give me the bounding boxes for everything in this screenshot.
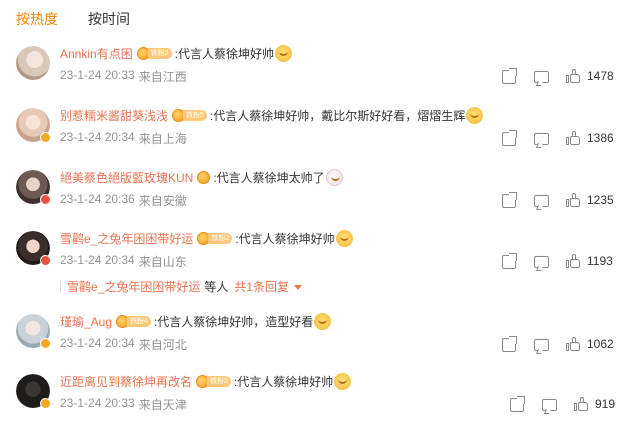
comment-username[interactable]: 别惹糯米酱甜葵浅浅 <box>60 107 168 124</box>
verified-badge-icon <box>40 338 51 349</box>
reply-username[interactable]: 雪鹳e_之兔年困困带好运 <box>67 278 200 295</box>
comment-text: :代言人蔡徐坤好帅，戴比尔斯好好看，熠熠生辉 <box>209 108 466 123</box>
comment-location: 来自山东 <box>138 255 187 269</box>
share-icon[interactable] <box>502 68 517 84</box>
comment-date: 23-1-24 20:36 <box>60 192 135 206</box>
comment-date: 23-1-24 20:33 <box>60 68 135 82</box>
like-button[interactable]: 1193 <box>566 252 613 270</box>
comment-location: 来自河北 <box>138 338 187 352</box>
like-button[interactable]: 1386 <box>566 129 614 147</box>
comment-date: 23-1-24 20:34 <box>60 130 135 144</box>
verified-badge-icon <box>40 132 51 143</box>
comment-icon[interactable] <box>534 66 549 83</box>
reply-summary: 雪鹳e_之兔年困困带好运 等人 共1条回复 <box>60 277 303 295</box>
like-count: 1193 <box>587 254 613 268</box>
comment-location: 来自上海 <box>138 132 187 146</box>
laugh-emoji-icon <box>334 372 352 390</box>
like-count: 1478 <box>587 69 614 83</box>
laugh-emoji-icon <box>335 229 353 247</box>
comment-location: 来自安徽 <box>138 194 187 208</box>
share-icon[interactable] <box>502 336 517 352</box>
avatar[interactable] <box>16 46 50 80</box>
comment-icon[interactable] <box>534 251 549 268</box>
chevron-down-icon[interactable] <box>294 284 303 290</box>
comment-icon[interactable] <box>542 394 557 411</box>
sort-tabs: 按热度 按时间 <box>16 9 130 29</box>
comment-icon[interactable] <box>534 334 549 351</box>
comment-username[interactable]: 絕美蔡色絕版藍玫瑰KUN <box>60 169 193 186</box>
thumbs-up-icon <box>574 396 589 412</box>
thumbs-up-icon <box>566 336 581 352</box>
comment-icon[interactable] <box>534 190 549 207</box>
comment-date: 23-1-24 20:34 <box>60 253 135 267</box>
fan-medal-icon <box>197 170 211 184</box>
reply-count-link[interactable]: 共1条回复 <box>234 278 289 295</box>
comment-text: :代言人蔡徐坤好帅 <box>174 46 274 61</box>
comment-text: :代言人蔡徐坤好帅，造型好看 <box>153 314 314 329</box>
shy-emoji-icon <box>314 312 332 330</box>
share-icon[interactable] <box>510 396 525 412</box>
thumbs-up-icon <box>566 130 581 146</box>
comment-text: :代言人蔡徐坤好帅 <box>235 231 335 246</box>
like-count: 1235 <box>587 193 614 207</box>
share-icon[interactable] <box>502 130 517 146</box>
comment-location: 来自江西 <box>138 70 187 84</box>
fan-medal: 铁粉2 <box>136 46 172 60</box>
comment-username[interactable]: 近距离见到蔡徐坤再改名 <box>60 373 192 390</box>
share-icon[interactable] <box>502 192 517 208</box>
tab-by-hot[interactable]: 按热度 <box>16 9 58 29</box>
fan-medal <box>197 170 211 184</box>
rabbit-emoji-icon <box>325 168 343 186</box>
verified-badge-icon <box>40 398 51 409</box>
verified-badge-icon <box>40 255 51 266</box>
thumbs-up-icon <box>566 192 581 208</box>
fan-medal: 铁粉5 <box>172 108 207 122</box>
fan-medal: 铁粉4 <box>116 314 151 328</box>
blushing-emoji-icon <box>466 106 484 124</box>
like-button[interactable]: 1478 <box>566 67 614 85</box>
comment-text: :代言人蔡徐坤太帅了 <box>213 170 325 185</box>
tab-by-time[interactable]: 按时间 <box>88 9 130 29</box>
comment-username[interactable]: 雪鹳e_之兔年困困带好运 <box>60 230 193 247</box>
comment-date: 23-1-24 20:33 <box>60 396 135 410</box>
comment-username[interactable]: 瑾瑜_Aug <box>60 313 112 330</box>
verified-badge-icon <box>40 194 51 205</box>
laugh-emoji-icon <box>274 44 292 62</box>
like-count: 1062 <box>587 337 614 351</box>
comment-icon[interactable] <box>534 128 549 145</box>
comment-text: :代言人蔡徐坤好帅 <box>233 374 334 389</box>
comment-username[interactable]: Annkin有点困 <box>60 45 133 62</box>
fan-medal: 铁粉2 <box>197 231 233 245</box>
share-icon[interactable] <box>502 253 517 269</box>
like-button[interactable]: 1235 <box>566 191 614 209</box>
comment-location: 来自天津 <box>138 398 187 412</box>
like-button[interactable]: 919 <box>574 395 615 413</box>
thumbs-up-icon <box>566 68 581 84</box>
like-count: 1386 <box>587 131 614 145</box>
reply-etc: 等人 <box>204 279 229 294</box>
like-count: 919 <box>595 397 616 411</box>
fan-medal: 铁粉3 <box>196 374 231 388</box>
like-button[interactable]: 1062 <box>566 335 614 353</box>
thumbs-up-icon <box>566 253 581 269</box>
comment-date: 23-1-24 20:34 <box>60 336 135 350</box>
